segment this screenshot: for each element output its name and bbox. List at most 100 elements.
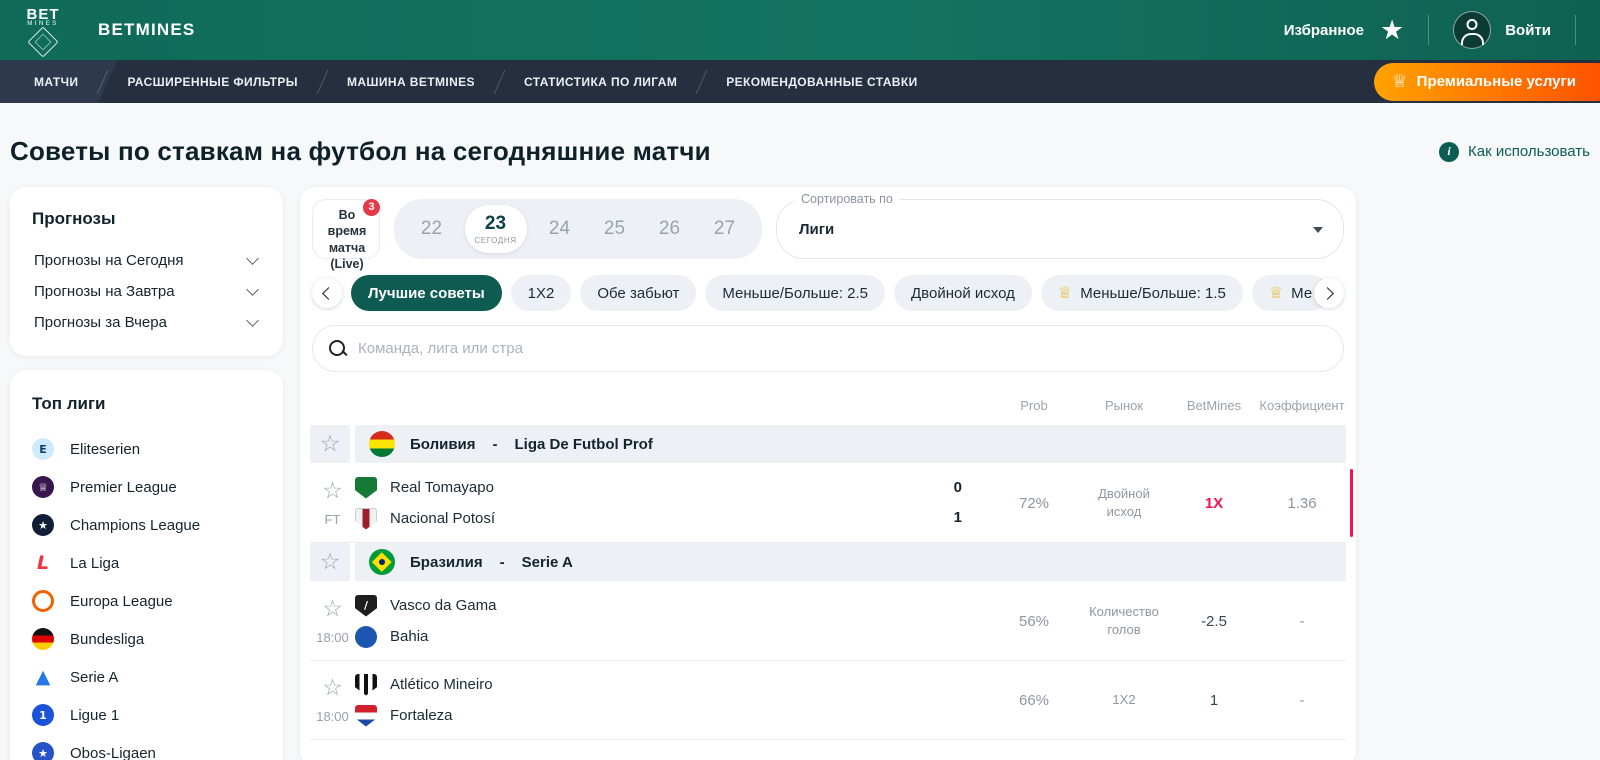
date-pill-24[interactable]: 24 <box>538 205 582 253</box>
live-matches-button[interactable]: Во время матча (Live) 3 <box>312 198 381 271</box>
how-to-use-link[interactable]: i Как использовать <box>1439 141 1590 162</box>
filter-chip[interactable]: Лучшие советы <box>351 275 502 311</box>
chips-scroll-left-button[interactable] <box>312 278 342 308</box>
match-row: ☆ 18:00 / Vasco da Gama Bahia 56% Количество г… <box>310 582 1346 661</box>
betmines-logo-icon: BET MINES <box>14 3 72 58</box>
nav-item-label: СТАТИСТИКА ПО ЛИГАМ <box>523 74 678 89</box>
market-label: Количество голов <box>1089 603 1159 637</box>
date-day: 27 <box>713 218 736 239</box>
filter-chip[interactable]: Обе забьют <box>580 275 697 311</box>
date-pill-25[interactable]: 25 <box>593 205 637 253</box>
caret-down-icon <box>1313 227 1323 233</box>
favorite-star-icon[interactable]: ☆ <box>322 479 343 503</box>
chevron-down-icon <box>246 314 259 327</box>
chips-scroll-right-button[interactable] <box>1314 278 1344 308</box>
sidebar-league-item[interactable]: E Eliteserien <box>32 430 263 468</box>
sidebar-league-item[interactable]: ♕ Premier League <box>32 468 263 506</box>
sidebar-league-item[interactable]: ★ Champions League <box>32 506 263 544</box>
favorites-link[interactable]: Избранное <box>1284 22 1364 39</box>
europa-league-logo <box>32 590 54 612</box>
betmines-pick[interactable]: 1X <box>1170 495 1258 512</box>
favorite-star-icon[interactable]: ☆ <box>320 432 341 456</box>
league-label: La Liga <box>70 554 120 572</box>
header-market: Рынок <box>1104 398 1144 413</box>
search-icon <box>329 339 347 358</box>
real-tomayapo-crest <box>355 476 377 499</box>
league-section-header: ☆ Бразилия - Serie A <box>310 543 1346 581</box>
atletico-mineiro-crest <box>355 673 377 696</box>
controls-row: Во время матча (Live) 3 22 23 СЕГОДНЯ 24 25 2… <box>300 192 1356 271</box>
sidebar-league-item[interactable]: Europa League <box>32 582 263 620</box>
header-actions: Избранное ★ Войти <box>1284 11 1586 49</box>
sort-by-value: Лиги <box>799 220 835 238</box>
favorite-star-icon[interactable]: ☆ <box>322 597 343 621</box>
search-bar <box>312 325 1344 372</box>
sidebar-league-item[interactable]: Bundesliga <box>32 620 263 658</box>
nav-item-5[interactable]: РЕКОМЕНДОВАННЫЕ СТАВКИ <box>702 60 941 103</box>
nav-item-1[interactable]: МАТЧИ <box>10 60 102 103</box>
sort-by-select[interactable]: Сортировать по Лиги <box>776 192 1344 259</box>
league-section-header: ☆ Боливия - Liga De Futbol Prof <box>310 425 1346 463</box>
bahia-crest <box>355 625 377 648</box>
favorites-star-icon[interactable]: ★ <box>1380 16 1404 44</box>
table-header-row: Prob Рынок BetMines Коэффициент <box>310 386 1346 425</box>
brazil-flag <box>369 549 395 575</box>
vasco-da-gama-crest: / <box>355 594 377 617</box>
avatar[interactable] <box>1453 11 1492 49</box>
sidebar-prediction-item[interactable]: Прогнозы на Сегодня <box>32 245 263 276</box>
teams-cell: Atlético Mineiro Fortaleza <box>355 673 932 727</box>
top-leagues-title: Топ лиги <box>32 394 106 413</box>
champions-league-logo: ★ <box>32 514 54 536</box>
predictions-card: Прогнозы Прогнозы на Сегодня Прогнозы на … <box>10 187 283 356</box>
score-cell <box>932 676 962 724</box>
page-title: Советы по ставкам на футбол на сегодняшн… <box>10 136 711 166</box>
filter-chip[interactable]: ♕ Меньше/Больше: 1.5 <box>1040 275 1243 311</box>
header-prob: Prob <box>1020 398 1048 413</box>
team-line: Bahia <box>355 625 932 648</box>
date-pill-26[interactable]: 26 <box>648 205 692 253</box>
info-icon: i <box>1439 141 1460 162</box>
favorite-star-icon[interactable]: ☆ <box>320 550 341 574</box>
betmines-pick[interactable]: 1 <box>1170 692 1258 709</box>
betmines-pick[interactable]: -2.5 <box>1170 613 1258 630</box>
login-button[interactable]: Войти <box>1505 22 1551 39</box>
date-pill-27[interactable]: 27 <box>703 205 747 253</box>
prob-value: 56% <box>1018 612 1050 630</box>
chevron-right-icon <box>1321 286 1334 300</box>
date-day: 26 <box>658 218 681 239</box>
nacional-potosi-crest <box>355 507 377 530</box>
sidebar-league-item[interactable]: ★ Obos-Ligaen <box>32 734 263 760</box>
table-body: ☆ Боливия - Liga De Futbol Prof ☆ FT Real Toma… <box>310 425 1353 740</box>
league-label: Serie A <box>70 668 119 686</box>
filter-chip[interactable]: 1X2 <box>510 275 572 311</box>
sidebar-league-item[interactable]: L La Liga <box>32 544 263 582</box>
search-input[interactable] <box>358 340 1327 357</box>
chevron-down-icon <box>246 283 259 296</box>
top-leagues-list: E Eliteserien ♕ Premier League ★ Champions Le… <box>32 430 263 760</box>
prob-value: 72% <box>1018 494 1050 512</box>
separator: - <box>492 435 498 453</box>
filter-chip[interactable]: Меньше/Больше: 2.5 <box>705 275 886 311</box>
chevron-left-icon <box>322 286 335 300</box>
date-pill-22[interactable]: 22 <box>410 205 454 253</box>
sidebar-prediction-item[interactable]: Прогнозы за Вчера <box>32 307 263 338</box>
nav-item-3[interactable]: МАШИНА BETMINES <box>323 60 499 103</box>
sidebar-league-item[interactable]: ▲ Serie A <box>32 658 263 696</box>
nav-item-4[interactable]: СТАТИСТИКА ПО ЛИГАМ <box>500 60 701 103</box>
filter-chip[interactable]: Двойной исход <box>894 275 1032 311</box>
favorite-star-icon[interactable]: ☆ <box>322 676 343 700</box>
top-header: BET MINES BETMINES Избранное ★ Войти <box>0 0 1600 60</box>
section-star-cell: ☆ <box>310 425 350 463</box>
sidebar-prediction-item[interactable]: Прогнозы на Завтра <box>32 276 263 307</box>
chip-label: Меньше/Больше: 2.5 <box>722 284 869 302</box>
sidebar-league-item[interactable]: 1 Ligue 1 <box>32 696 263 734</box>
score-value: 0 <box>953 479 962 496</box>
predictions-list: Прогнозы на Сегодня Прогнозы на Завтра Про… <box>32 245 263 338</box>
brand-area[interactable]: BET MINES BETMINES <box>14 3 195 58</box>
nav-item-2[interactable]: РАСШИРЕННЫЕ ФИЛЬТРЫ <box>103 60 321 103</box>
nav-item-label: МАШИНА BETMINES <box>346 74 475 89</box>
date-pill-23[interactable]: 23 СЕГОДНЯ <box>464 205 527 253</box>
premium-services-button[interactable]: ♕ Премиальные услуги <box>1373 62 1600 101</box>
match-row: ☆ 18:00 Atlético Mineiro Fortaleza 66% 1X2 1 - <box>310 661 1346 740</box>
prob-value: 66% <box>1018 691 1050 709</box>
